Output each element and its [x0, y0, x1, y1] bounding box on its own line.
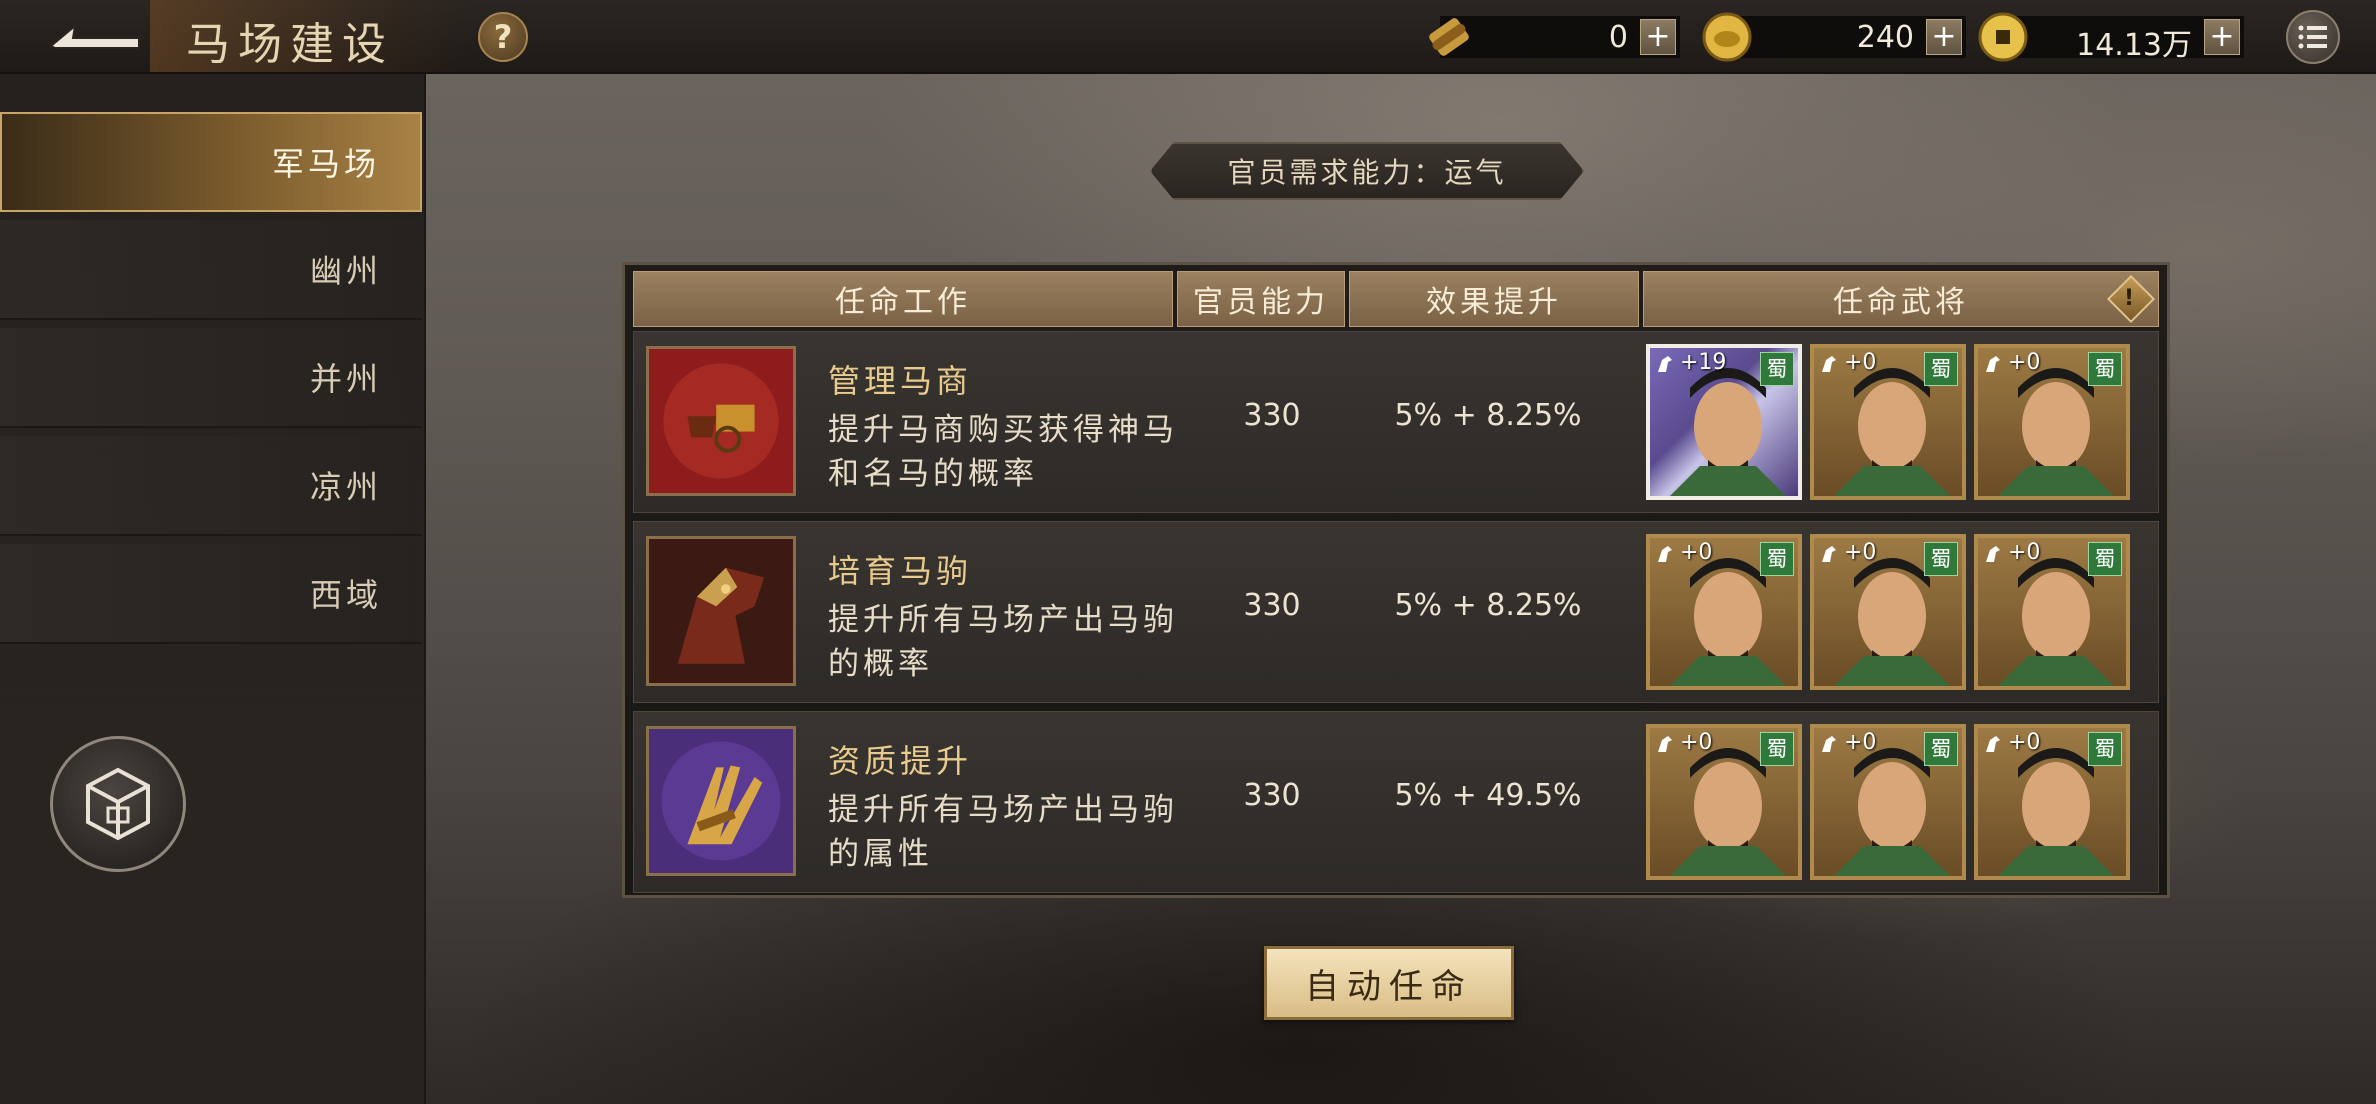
- top-bar: 马场建设 ? 0 + 240 + 14.13万 +: [0, 0, 2376, 74]
- horse-icon: [1822, 546, 1836, 562]
- add-gold-button[interactable]: +: [1926, 19, 1962, 55]
- effect-boost: 5% + 8.25%: [1394, 398, 1582, 433]
- faction-badge: 蜀: [1924, 542, 1958, 576]
- resource-coin: 14.13万 +: [1978, 12, 2244, 63]
- task-description: 提升所有马场产出马驹的概率: [828, 602, 1178, 682]
- general-slot[interactable]: +0 蜀: [1974, 724, 2130, 880]
- general-slot[interactable]: +0 蜀: [1646, 534, 1802, 690]
- horse-icon: [1658, 736, 1672, 752]
- faction-badge: 蜀: [2088, 352, 2122, 386]
- requirement-tag: 官员需求能力：运气: [1150, 142, 1584, 200]
- treasure-box-icon: [86, 767, 150, 841]
- sidebar-item-youzhou[interactable]: 幽州: [0, 220, 422, 320]
- copper-coin-icon: [1978, 12, 2028, 62]
- task-description: 提升马商购买获得神马和名马的概率: [828, 412, 1178, 492]
- general-slot[interactable]: +0 蜀: [1810, 344, 1966, 500]
- faction-badge: 蜀: [2088, 542, 2122, 576]
- add-scroll-button[interactable]: +: [1640, 19, 1676, 55]
- general-slot[interactable]: +19 蜀: [1646, 344, 1802, 500]
- faction-badge: 蜀: [1924, 732, 1958, 766]
- table-header: 任命工作 官员能力 效果提升 任命武将 !: [633, 271, 2159, 329]
- header-ability: 官员能力: [1177, 271, 1345, 327]
- resource-scroll: 0 +: [1429, 16, 1680, 58]
- menu-button[interactable]: [2286, 10, 2340, 64]
- war-horse-icon: [646, 536, 796, 686]
- table-row: 培育马驹 提升所有马场产出马驹的概率 330 5% + 8.25% +0 蜀 +…: [633, 521, 2159, 703]
- scroll-icon: [1429, 18, 1469, 56]
- task-description: 提升所有马场产出马驹的属性: [828, 792, 1178, 872]
- task-name: 资质提升: [828, 742, 973, 780]
- general-bonus: +0: [1844, 350, 1877, 375]
- horse-icon: [1658, 356, 1672, 372]
- general-bonus: +0: [1844, 730, 1877, 755]
- header-task: 任命工作: [633, 271, 1173, 327]
- treasure-box-button[interactable]: [50, 736, 186, 872]
- header-generals-label: 任命武将: [1833, 285, 1969, 320]
- general-slot[interactable]: +0 蜀: [1646, 724, 1802, 880]
- horse-icon: [1986, 356, 2000, 372]
- general-bonus: +0: [1680, 540, 1713, 565]
- general-slot[interactable]: +0 蜀: [1974, 534, 2130, 690]
- task-name: 培育马驹: [828, 552, 973, 590]
- table-row: 管理马商 提升马商购买获得神马和名马的概率 330 5% + 8.25% +19…: [633, 331, 2159, 513]
- horse-carriage-icon: [646, 346, 796, 496]
- faction-badge: 蜀: [1760, 542, 1794, 576]
- help-button[interactable]: ?: [478, 12, 528, 62]
- hay-bundle-icon: [646, 726, 796, 876]
- official-ability: 330: [1243, 588, 1301, 623]
- task-name: 管理马商: [828, 362, 973, 400]
- appointment-table: 任命工作 官员能力 效果提升 任命武将 ! 管理马商 提升马商购买获得神马和名马…: [622, 262, 2170, 898]
- general-bonus: +0: [2008, 350, 2041, 375]
- faction-badge: 蜀: [1924, 352, 1958, 386]
- faction-badge: 蜀: [1760, 732, 1794, 766]
- gold-ingot-icon: [1702, 12, 1752, 62]
- faction-badge: 蜀: [1760, 352, 1794, 386]
- page-title: 马场建设: [186, 19, 394, 70]
- list-icon: [2298, 25, 2327, 49]
- add-coin-button[interactable]: +: [2204, 19, 2240, 55]
- official-ability: 330: [1243, 398, 1301, 433]
- back-arrow-icon: [49, 23, 140, 49]
- horse-icon: [1986, 736, 2000, 752]
- resource-value: 14.13万: [2076, 28, 2192, 63]
- faction-badge: 蜀: [2088, 732, 2122, 766]
- sidebar-item-western-regions[interactable]: 西域: [0, 544, 422, 644]
- general-bonus: +0: [2008, 730, 2041, 755]
- sidebar-item-army-ranch[interactable]: 军马场: [0, 112, 422, 212]
- horse-icon: [1986, 546, 2000, 562]
- table-row: 资质提升 提升所有马场产出马驹的属性 330 5% + 49.5% +0 蜀 +…: [633, 711, 2159, 893]
- sidebar: 军马场 幽州 并州 凉州 西域: [0, 74, 426, 1104]
- effect-boost: 5% + 49.5%: [1394, 778, 1582, 813]
- sidebar-item-liangzhou[interactable]: 凉州: [0, 436, 422, 536]
- general-bonus: +0: [1844, 540, 1877, 565]
- general-bonus: +0: [1680, 730, 1713, 755]
- auto-appoint-button[interactable]: 自动任命: [1264, 946, 1514, 1020]
- official-ability: 330: [1243, 778, 1301, 813]
- general-slot[interactable]: +0 蜀: [1810, 534, 1966, 690]
- effect-boost: 5% + 8.25%: [1394, 588, 1582, 623]
- horse-icon: [1658, 546, 1672, 562]
- resource-value: 0: [1608, 20, 1628, 55]
- resource-value: 240: [1856, 20, 1914, 55]
- general-bonus: +0: [2008, 540, 2041, 565]
- header-effect: 效果提升: [1349, 271, 1639, 327]
- horse-icon: [1822, 356, 1836, 372]
- info-icon-mark: !: [2123, 286, 2139, 311]
- resource-gold: 240 +: [1702, 12, 1966, 62]
- sidebar-item-bingzhou[interactable]: 并州: [0, 328, 422, 428]
- info-icon[interactable]: !: [2106, 274, 2156, 324]
- horse-icon: [1822, 736, 1836, 752]
- general-slot[interactable]: +0 蜀: [1974, 344, 2130, 500]
- general-slot[interactable]: +0 蜀: [1810, 724, 1966, 880]
- general-bonus: +19: [1680, 350, 1727, 375]
- back-button[interactable]: [40, 10, 150, 62]
- header-generals: 任命武将 !: [1643, 271, 2159, 327]
